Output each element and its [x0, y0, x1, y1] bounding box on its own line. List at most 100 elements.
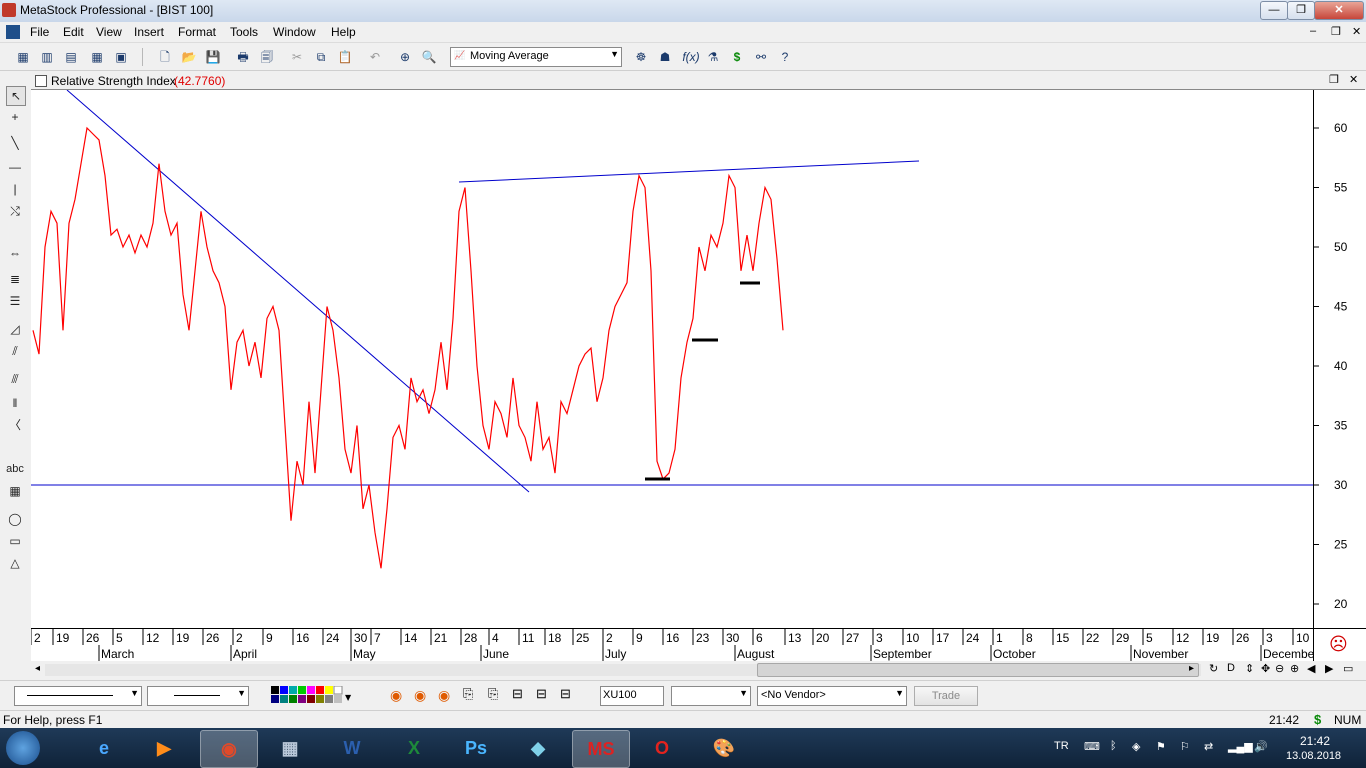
- vendor-select[interactable]: <No Vendor> ▼: [757, 686, 907, 706]
- media-player-icon[interactable]: ▶: [136, 730, 192, 766]
- usb-icon[interactable]: ⇄: [1204, 740, 1213, 753]
- doc-close-icon[interactable]: ✕: [1352, 25, 1361, 38]
- rsi-line[interactable]: [32, 126, 784, 569]
- arrows-icon[interactable]: ⇔: [6, 244, 24, 262]
- menu-insert[interactable]: Insert: [134, 25, 164, 39]
- scroll-right-icon[interactable]: ▸: [1189, 663, 1194, 674]
- link-icon[interactable]: ⇕: [1245, 662, 1254, 675]
- table-icon[interactable]: ▦: [6, 482, 24, 500]
- calculator-icon[interactable]: ▦: [262, 730, 318, 766]
- print-preview-icon[interactable]: 🗐: [258, 48, 276, 66]
- opera-icon[interactable]: O: [634, 730, 690, 766]
- trendline-up[interactable]: [458, 160, 920, 183]
- dollar-icon[interactable]: $: [728, 48, 746, 66]
- paste-icon[interactable]: 📋: [336, 48, 354, 66]
- menu-help[interactable]: Help: [331, 25, 356, 39]
- notepad-icon[interactable]: ◆: [510, 730, 566, 766]
- chrome-icon[interactable]: ◉: [414, 687, 426, 704]
- rectangle-icon[interactable]: ▭: [6, 532, 24, 550]
- save-icon[interactable]: 💾: [204, 48, 222, 66]
- move-icon[interactable]: ✥: [1261, 662, 1270, 675]
- zoom-icon[interactable]: 🔍: [420, 48, 438, 66]
- formula-icon[interactable]: f(x): [682, 48, 700, 66]
- menu-edit[interactable]: Edit: [63, 25, 84, 39]
- window-tile-icon[interactable]: ⊟: [512, 686, 523, 702]
- speed-lines-icon[interactable]: ⫽: [6, 342, 24, 360]
- indicator-select[interactable]: 📈 Moving Average ▼: [450, 47, 622, 67]
- doc-restore-icon[interactable]: ❐: [1331, 25, 1341, 38]
- action-center-icon[interactable]: ⚐: [1180, 740, 1190, 753]
- expert-icon[interactable]: ☸: [632, 48, 650, 66]
- refresh-icon[interactable]: ↻: [1209, 662, 1218, 675]
- maximize-button[interactable]: ❐: [1287, 1, 1315, 20]
- line-weight-select[interactable]: ▼: [147, 686, 249, 706]
- horizontal-line-icon[interactable]: —: [6, 158, 24, 176]
- channel-icon[interactable]: ⫻: [6, 370, 24, 388]
- doc-minimize-icon[interactable]: –: [1310, 25, 1316, 37]
- metastock-icon[interactable]: MS: [572, 730, 630, 768]
- restore-icon[interactable]: ❐: [1329, 73, 1339, 86]
- period-select[interactable]: ▼: [671, 686, 751, 706]
- d-icon[interactable]: D: [1227, 662, 1235, 674]
- scroll-left-icon[interactable]: ◂: [35, 663, 40, 674]
- undo-icon[interactable]: ↶: [366, 48, 384, 66]
- line-style-select[interactable]: ▼: [14, 686, 142, 706]
- end-icon[interactable]: ▭: [1343, 662, 1353, 675]
- chrome-icon[interactable]: ◉: [438, 687, 450, 704]
- window-tile-icon[interactable]: ⊟: [560, 686, 571, 702]
- chrome-icon[interactable]: ◉: [200, 730, 258, 768]
- cycle-lines-icon[interactable]: ‖: [6, 394, 24, 412]
- signal-icon[interactable]: ▂▄▆: [1228, 740, 1253, 753]
- ellipse-icon[interactable]: ◯: [6, 510, 24, 528]
- zoom-out-icon[interactable]: ⊖: [1275, 662, 1284, 675]
- tile-vertical-icon[interactable]: ▥: [38, 48, 56, 66]
- tray-flag-icon[interactable]: ⚑: [1156, 740, 1166, 753]
- menu-file[interactable]: File: [30, 25, 49, 39]
- window-tile-icon[interactable]: ⎘: [488, 686, 498, 702]
- internet-explorer-icon[interactable]: e: [76, 730, 132, 766]
- dock-icon[interactable]: ⎘: [463, 686, 473, 702]
- new-icon[interactable]: 🗋: [156, 48, 174, 66]
- cycle-icon[interactable]: ⤭: [6, 202, 24, 220]
- menu-view[interactable]: View: [96, 25, 122, 39]
- trade-button[interactable]: Trade: [914, 686, 978, 706]
- volume-icon[interactable]: 🔊: [1254, 740, 1268, 753]
- sad-face-icon[interactable]: ☹: [1329, 634, 1348, 655]
- clock-date[interactable]: 13.08.2018: [1286, 750, 1341, 762]
- text-icon[interactable]: abc: [6, 460, 24, 478]
- pan-left-icon[interactable]: ◀: [1307, 662, 1315, 675]
- window-tile-icon[interactable]: ⊟: [536, 686, 547, 702]
- explorer-icon[interactable]: ☗: [656, 48, 674, 66]
- crosshair-icon[interactable]: ⊕: [396, 48, 414, 66]
- clock-time[interactable]: 21:42: [1300, 734, 1330, 748]
- bluetooth-icon[interactable]: ᛒ: [1110, 740, 1117, 752]
- excel-icon[interactable]: X: [386, 730, 442, 766]
- minimize-button[interactable]: —: [1260, 1, 1288, 20]
- grid-icon[interactable]: ▦: [88, 48, 106, 66]
- cut-icon[interactable]: ✂: [288, 48, 306, 66]
- tray-language[interactable]: TR: [1054, 740, 1069, 752]
- help-pointer-icon[interactable]: ?: [776, 48, 794, 66]
- trendline-icon[interactable]: ╲: [6, 134, 24, 152]
- horizontal-scrollbar[interactable]: ◂ ▸ ↻ D ⇕ ✥ ⊖ ⊕ ◀ ▶ ▭: [31, 662, 1366, 678]
- vertical-line-icon[interactable]: |: [6, 180, 24, 198]
- color-palette[interactable]: ▼: [271, 685, 353, 704]
- triangle-icon[interactable]: △: [6, 554, 24, 572]
- network-device-icon[interactable]: ◈: [1132, 740, 1140, 753]
- retracement-icon[interactable]: ☰: [6, 292, 24, 310]
- scroll-thumb[interactable]: [757, 663, 1199, 677]
- pointer-icon[interactable]: ↖: [6, 86, 26, 106]
- system-tester-icon[interactable]: ⚗: [704, 48, 722, 66]
- gann-icon[interactable]: 〈: [6, 416, 24, 434]
- tile-horizontal-icon[interactable]: ▤: [62, 48, 80, 66]
- close-icon[interactable]: ✕: [1349, 73, 1358, 86]
- symbol-input[interactable]: XU100: [600, 686, 664, 706]
- document-icon[interactable]: [6, 25, 20, 39]
- menu-window[interactable]: Window: [273, 25, 316, 39]
- menu-format[interactable]: Format: [178, 25, 216, 39]
- fibonacci-icon[interactable]: ≣: [6, 270, 24, 288]
- photoshop-icon[interactable]: Ps: [448, 730, 504, 766]
- start-orb-icon[interactable]: [6, 731, 40, 765]
- keyboard-icon[interactable]: ⌨: [1084, 740, 1100, 753]
- fan-icon[interactable]: ◿: [6, 320, 24, 338]
